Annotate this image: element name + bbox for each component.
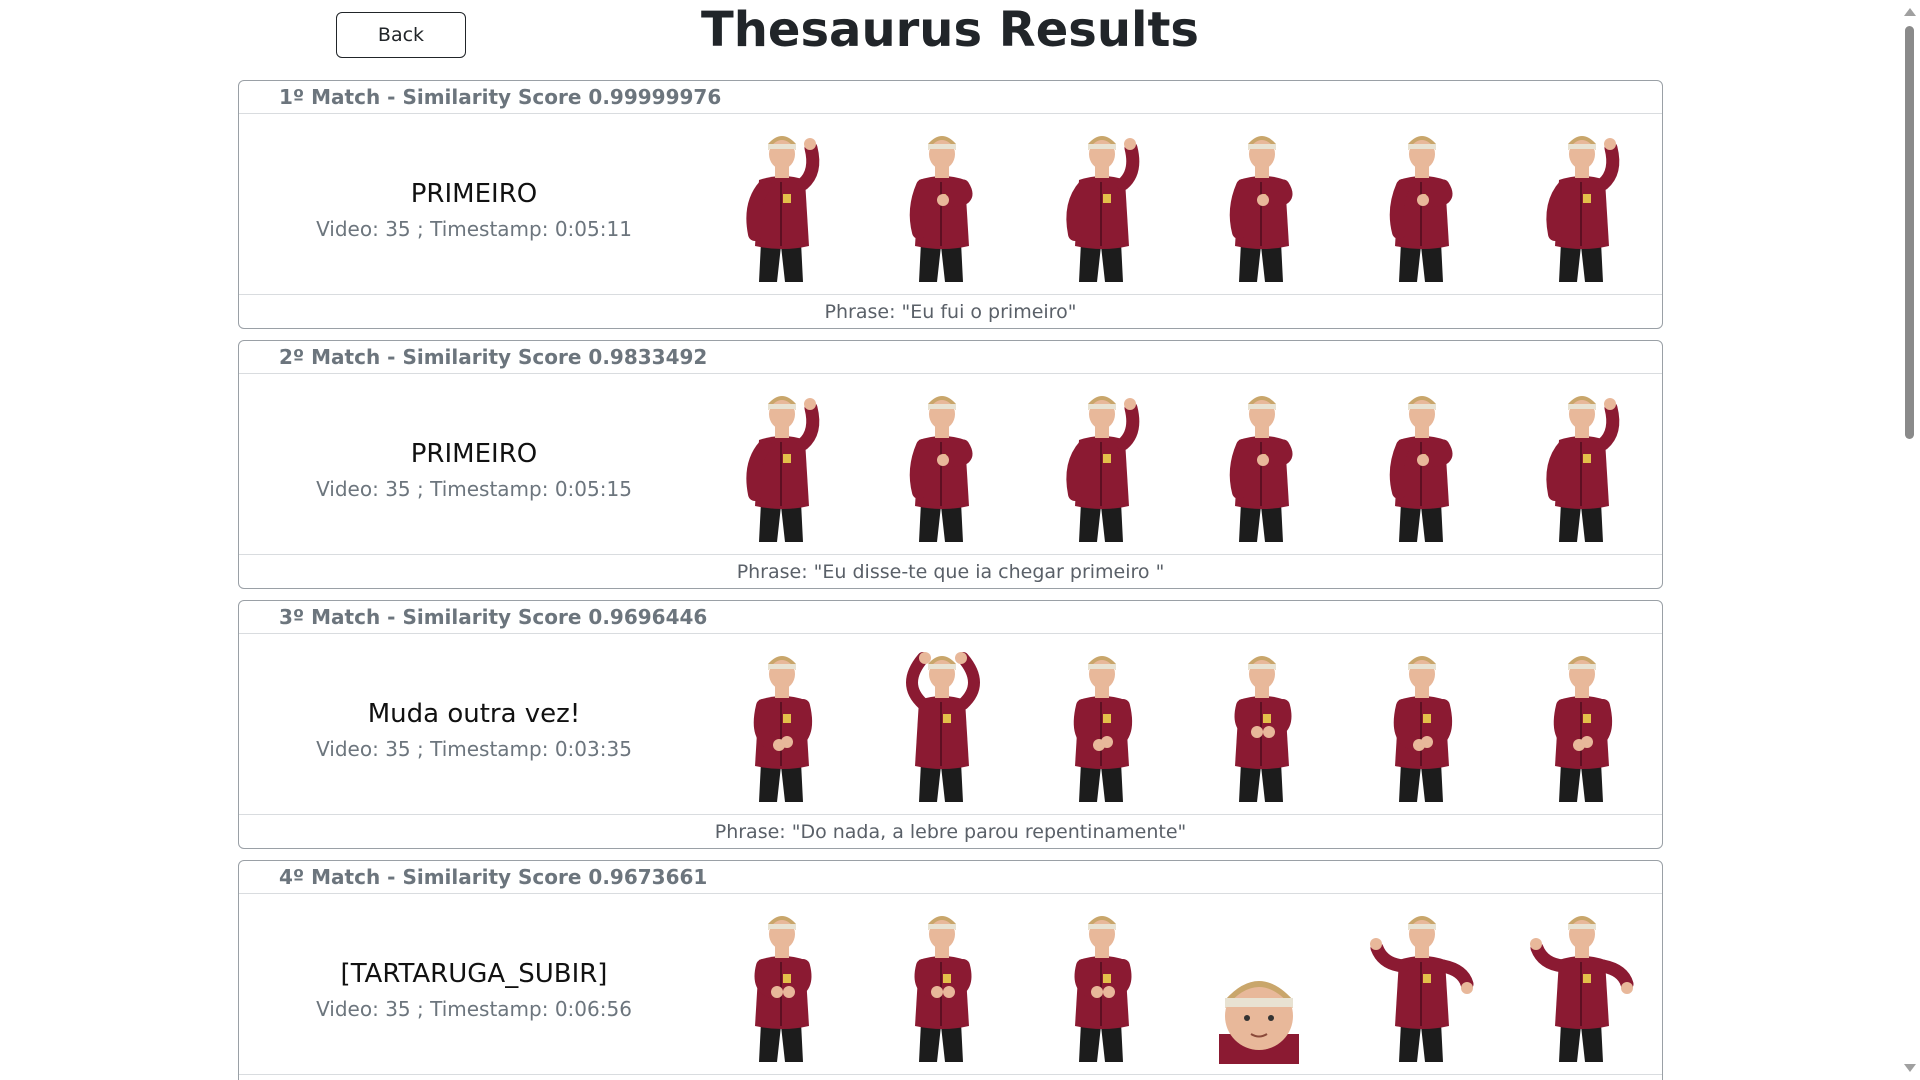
sign-frame-image <box>1039 644 1159 804</box>
sign-frames <box>719 124 1654 284</box>
match-gloss: PRIMEIRO <box>410 178 538 209</box>
sign-frame-image <box>1199 644 1319 804</box>
gloss-block: PRIMEIRO Video: 35 ; Timestamp: 0:05:15 <box>239 374 709 555</box>
sign-frames <box>719 904 1654 1064</box>
match-card: 1º Match - Similarity Score 0.99999976 PR… <box>238 80 1663 329</box>
page-title: Thesaurus Results <box>0 2 1900 58</box>
sign-frame-image <box>1359 124 1479 284</box>
gloss-block: PRIMEIRO Video: 35 ; Timestamp: 0:05:11 <box>239 114 709 295</box>
gloss-block: Muda outra vez! Video: 35 ; Timestamp: 0:… <box>239 634 709 815</box>
match-header: 3º Match - Similarity Score 0.9696446 <box>239 601 1662 634</box>
match-phrase: Phrase: "Eu fui o primeiro" <box>824 300 1077 323</box>
match-card: 2º Match - Similarity Score 0.9833492 PRI… <box>238 340 1663 589</box>
sign-frame-image <box>1359 384 1479 544</box>
sign-frame-image <box>1519 904 1639 1064</box>
match-phrase: Phrase: "Do nada, a lebre parou repentin… <box>714 820 1187 843</box>
match-card: 3º Match - Similarity Score 0.9696446 Mud… <box>238 600 1663 849</box>
match-card: 4º Match - Similarity Score 0.9673661 [TA… <box>238 860 1663 1080</box>
sign-frame-image <box>1199 904 1319 1064</box>
match-video-timestamp: Video: 35 ; Timestamp: 0:06:56 <box>316 996 632 1021</box>
sign-frame-image <box>719 384 839 544</box>
sign-frames <box>719 644 1654 804</box>
gloss-block: [TARTARUGA_SUBIR] Video: 35 ; Timestamp: … <box>239 894 709 1075</box>
match-header: 4º Match - Similarity Score 0.9673661 <box>239 861 1662 894</box>
match-header: 1º Match - Similarity Score 0.99999976 <box>239 81 1662 114</box>
sign-frame-image <box>1039 124 1159 284</box>
sign-frame-image <box>1359 904 1479 1064</box>
sign-frames <box>719 384 1654 544</box>
sign-frame-image <box>879 124 999 284</box>
sign-frame-image <box>719 644 839 804</box>
match-video-timestamp: Video: 35 ; Timestamp: 0:05:11 <box>316 216 632 241</box>
match-gloss: Muda outra vez! <box>367 698 581 729</box>
sign-frame-image <box>879 644 999 804</box>
match-phrase: Phrase: "Eu disse-te que ia chegar prime… <box>736 560 1165 583</box>
sign-frame-image <box>719 124 839 284</box>
sign-frame-image <box>1359 644 1479 804</box>
match-phrase <box>239 1075 1662 1080</box>
page-title-text: Thesaurus Results <box>701 2 1199 58</box>
sign-frame-image <box>1519 644 1639 804</box>
sign-frame-image <box>1039 904 1159 1064</box>
scroll-up-arrow-icon[interactable] <box>1904 8 1916 16</box>
sign-frame-image <box>1519 384 1639 544</box>
match-body: PRIMEIRO Video: 35 ; Timestamp: 0:05:11 <box>239 114 1662 295</box>
match-body: Muda outra vez! Video: 35 ; Timestamp: 0:… <box>239 634 1662 815</box>
sign-frame-image <box>1199 124 1319 284</box>
sign-frame-image <box>879 904 999 1064</box>
match-video-timestamp: Video: 35 ; Timestamp: 0:03:35 <box>316 736 632 761</box>
sign-frame-image <box>1519 124 1639 284</box>
sign-frame-image <box>719 904 839 1064</box>
sign-frame-image <box>879 384 999 544</box>
results-page: Back Thesaurus Results 1º Match - Simila… <box>0 0 1900 1080</box>
scroll-thumb[interactable] <box>1905 26 1914 439</box>
sign-frame-image <box>1039 384 1159 544</box>
match-body: PRIMEIRO Video: 35 ; Timestamp: 0:05:15 <box>239 374 1662 555</box>
vertical-scrollbar[interactable] <box>1900 0 1920 1080</box>
sign-frame-image <box>1199 384 1319 544</box>
match-video-timestamp: Video: 35 ; Timestamp: 0:05:15 <box>316 476 632 501</box>
match-header: 2º Match - Similarity Score 0.9833492 <box>239 341 1662 374</box>
scroll-down-arrow-icon[interactable] <box>1904 1064 1916 1072</box>
match-body: [TARTARUGA_SUBIR] Video: 35 ; Timestamp: … <box>239 894 1662 1075</box>
match-gloss: PRIMEIRO <box>410 438 538 469</box>
match-gloss: [TARTARUGA_SUBIR] <box>340 958 608 989</box>
